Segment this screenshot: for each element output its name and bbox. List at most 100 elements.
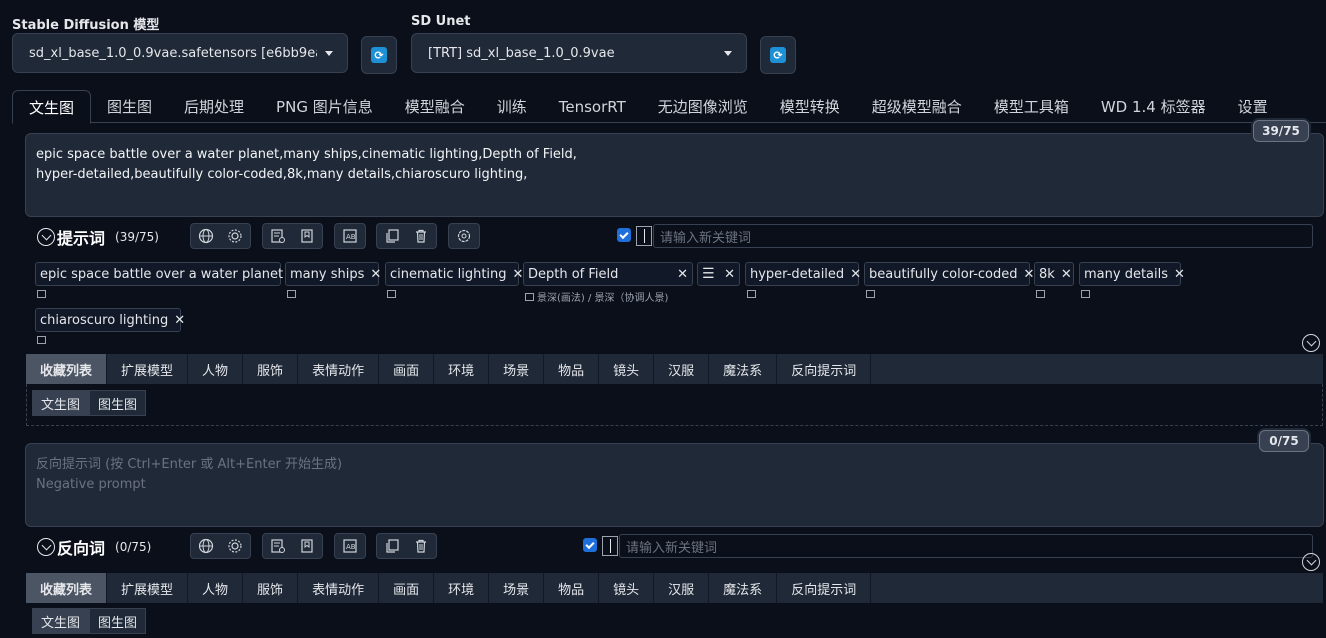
negative-title: 反向词 [57,539,106,558]
negative-keyword-input[interactable]: 请输入新关键词 [619,534,1313,558]
category-tab[interactable]: 场景 [489,573,545,603]
prompt-tag[interactable]: many details ✕ [1079,262,1185,286]
copy-button[interactable] [377,224,407,248]
category-tab[interactable]: 汉服 [654,573,710,603]
close-icon[interactable]: ✕ [1024,267,1035,282]
ab-translate-icon: AB [343,539,357,553]
category-tab[interactable]: 镜头 [599,354,655,384]
category-tab[interactable]: 反向提示词 [777,573,872,603]
sd-unet-select[interactable]: [TRT] sd_xl_base_1.0_0.9vae [411,33,747,73]
subtab-txt2img[interactable]: 文生图 [32,608,90,634]
translate-tags-button[interactable]: AB [335,534,365,558]
close-icon[interactable]: ✕ [1174,267,1185,282]
tab-extras[interactable]: 后期处理 [168,90,260,123]
category-tab[interactable]: 人物 [188,354,244,384]
prompt-tag[interactable]: chiaroscuro lighting ✕ [35,308,185,332]
category-tab[interactable]: 收藏列表 [26,573,108,603]
history-button[interactable] [263,224,293,248]
favorite-button[interactable] [293,224,323,248]
category-tab[interactable]: 人物 [188,573,244,603]
copy-button[interactable] [377,534,407,558]
tab-img2img[interactable]: 图生图 [91,90,168,123]
category-tab[interactable]: 反向提示词 [777,354,872,384]
prompt-tag[interactable]: epic space battle over a water planet✕ [35,262,300,286]
close-icon[interactable]: ✕ [1061,267,1072,282]
expand-tags-icon[interactable] [1302,334,1320,352]
prompt-tag[interactable]: Depth of Field ✕ [523,262,693,286]
category-tab[interactable]: 表情动作 [298,354,380,384]
settings-button[interactable] [221,534,251,558]
history-button[interactable] [263,534,293,558]
negative-section-header[interactable]: 反向词 (0/75) [37,536,151,558]
prompt-tag[interactable]: many ships ✕ [285,262,381,286]
tag-translation: 景深(画法) / 景深（协调人景) [525,289,668,304]
tab-wd14-tagger[interactable]: WD 1.4 标签器 [1085,90,1222,123]
collapse-icon [37,228,55,246]
sd-model-select[interactable]: sd_xl_base_1.0_0.9vae.safetensors [e6bb9… [12,33,348,73]
close-icon[interactable]: ✕ [677,267,688,282]
prompt-section-header[interactable]: 提示词 (39/75) [37,226,159,248]
subtab-txt2img[interactable]: 文生图 [32,390,90,416]
clear-button[interactable] [407,224,437,248]
translate-button[interactable] [191,534,221,558]
negative-prompt-textarea[interactable]: 反向提示词 (按 Ctrl+Enter 或 Alt+Enter 开始生成) Ne… [25,443,1324,527]
close-icon[interactable]: ✕ [370,267,381,282]
prompt-tag[interactable]: cinematic lighting ✕ [385,262,523,286]
close-icon[interactable]: ✕ [174,313,185,328]
category-tab[interactable]: 收藏列表 [26,354,108,384]
translate-tags-button[interactable]: AB [335,224,365,248]
negative-keyword-checkbox[interactable] [583,538,597,552]
tab-checkpoint-merger[interactable]: 模型融合 [389,90,481,123]
category-tab[interactable]: 场景 [489,354,545,384]
subtab-img2img[interactable]: 图生图 [89,608,147,634]
category-tab[interactable]: 服饰 [243,354,299,384]
category-tab[interactable]: 画面 [379,354,435,384]
prompt-tag-separator[interactable]: ☰ ✕ [697,262,740,286]
category-tab[interactable]: 环境 [434,354,490,384]
tab-model-toolkit[interactable]: 模型工具箱 [978,90,1085,123]
category-tab[interactable]: 镜头 [599,573,655,603]
category-tab[interactable]: 环境 [434,573,490,603]
prompt-tag[interactable]: hyper-detailed ✕ [745,262,861,286]
category-tab[interactable]: 魔法系 [709,354,778,384]
settings-button[interactable] [221,224,251,248]
category-tab[interactable]: 物品 [544,573,600,603]
category-tab[interactable]: 扩展模型 [107,573,189,603]
tab-txt2img[interactable]: 文生图 [12,90,92,124]
prompt-tag[interactable]: beautifully color-coded ✕ [864,262,1034,286]
category-tab[interactable]: 物品 [544,354,600,384]
tab-super-merger[interactable]: 超级模型融合 [856,90,978,123]
close-icon[interactable]: ✕ [850,267,861,282]
category-tab[interactable]: 汉服 [654,354,710,384]
keyword-checkbox[interactable] [617,228,631,242]
copy-icon [386,539,399,553]
prompt-keyword-input[interactable]: 请输入新关键词 [653,224,1313,248]
category-tab[interactable]: 魔法系 [709,573,778,603]
sd-unet-refresh-button[interactable]: ⟳ [760,36,796,74]
close-icon[interactable]: ✕ [513,267,524,282]
tab-image-browser[interactable]: 无边图像浏览 [642,90,764,123]
tab-train[interactable]: 训练 [481,90,543,123]
chatgpt-button[interactable] [449,224,479,248]
category-tab[interactable]: 表情动作 [298,573,380,603]
sd-model-refresh-button[interactable]: ⟳ [361,36,397,74]
tab-tensorrt[interactable]: TensorRT [543,90,642,123]
clear-button[interactable] [407,534,437,558]
category-tab[interactable]: 服饰 [243,573,299,603]
tab-model-converter[interactable]: 模型转换 [764,90,856,123]
expand-tags-icon[interactable] [1302,553,1320,571]
tab-png-info[interactable]: PNG 图片信息 [260,90,389,123]
prompt-tag[interactable]: 8k ✕ [1034,262,1074,286]
tag-label: Depth of Field [528,266,619,282]
prompt-textarea[interactable]: epic space battle over a water planet,ma… [25,133,1324,217]
category-tab[interactable]: 扩展模型 [107,354,189,384]
close-icon[interactable]: ✕ [724,267,735,282]
tab-settings[interactable]: 设置 [1222,90,1284,123]
refresh-icon: ⟳ [770,47,786,63]
translate-settings-group [190,223,251,249]
subtab-img2img[interactable]: 图生图 [89,390,147,416]
category-tab[interactable]: 画面 [379,573,435,603]
gear-icon [228,229,242,243]
translate-button[interactable] [191,224,221,248]
favorite-button[interactable] [293,534,323,558]
